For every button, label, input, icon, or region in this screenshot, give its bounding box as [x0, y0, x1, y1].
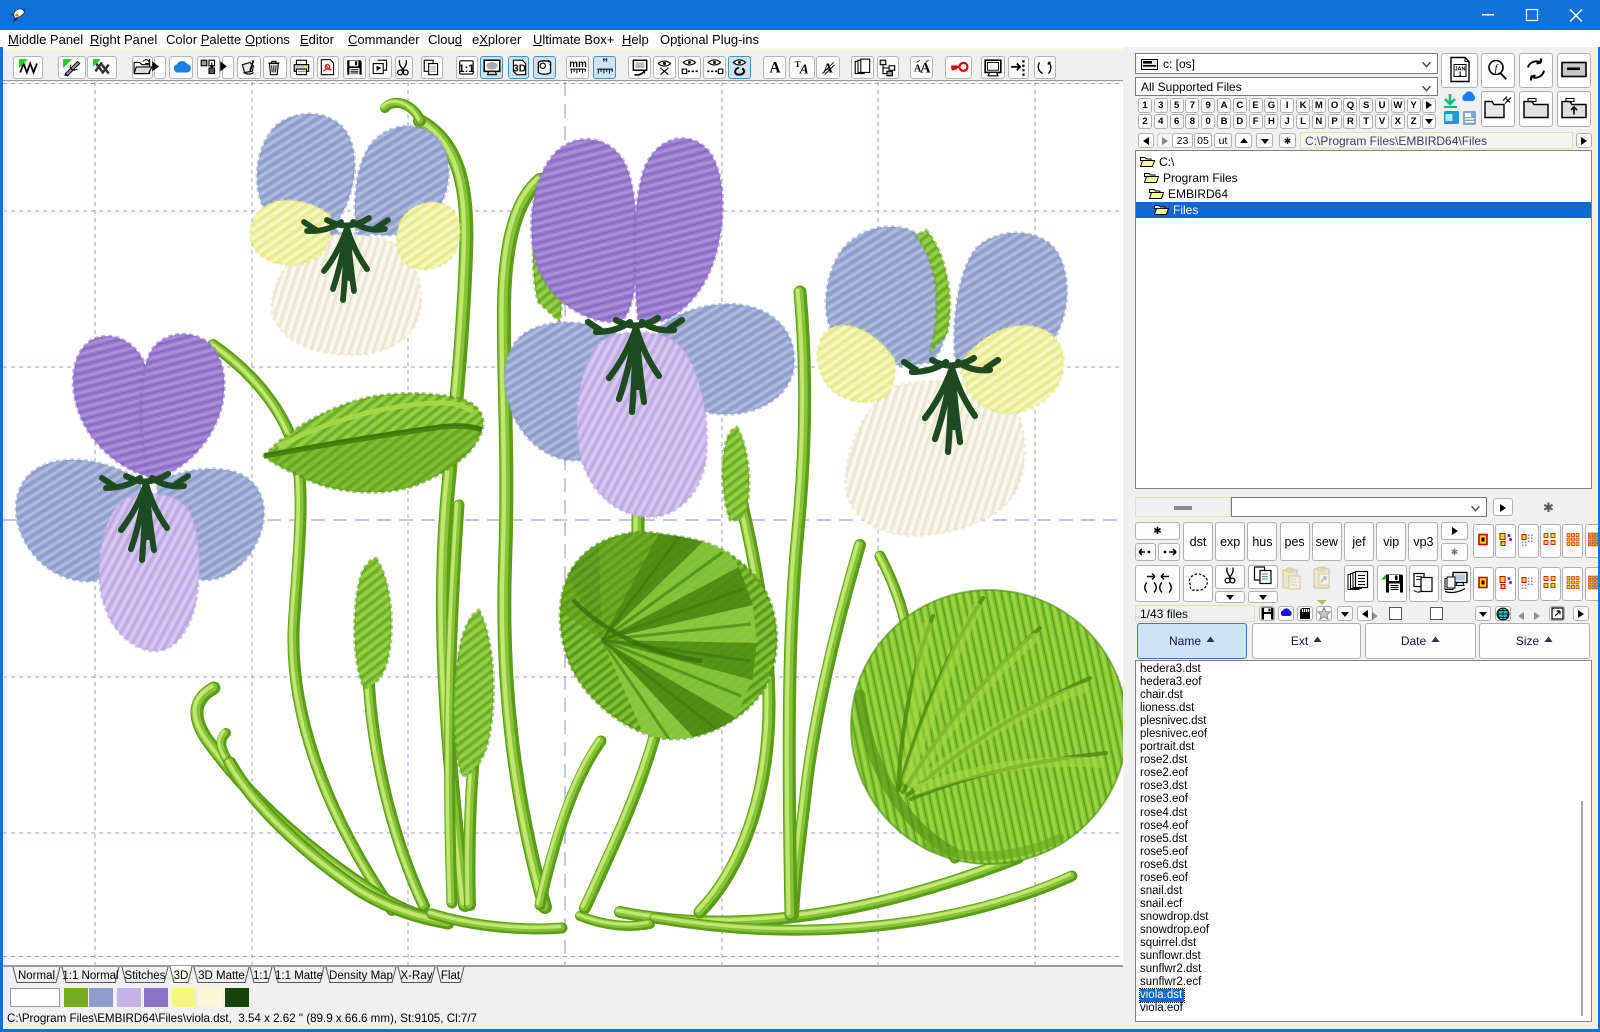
svg-text:1:1 Matte: 1:1 Matte	[275, 970, 323, 982]
svg-text:Stitches: Stitches	[125, 970, 166, 982]
svg-text:Density Map: Density Map	[329, 970, 393, 982]
svg-text:mm: mm	[569, 58, 587, 69]
svg-text:”: ”	[601, 58, 607, 70]
svg-text:3D: 3D	[513, 63, 526, 74]
svg-text:1:1: 1:1	[458, 62, 474, 74]
svg-text:X-Ray: X-Ray	[401, 970, 433, 982]
svg-text:Flat: Flat	[441, 970, 461, 982]
svg-text:f: f	[1495, 63, 1499, 74]
svg-text:3D Matte: 3D Matte	[198, 970, 245, 982]
svg-text:Normal: Normal	[18, 970, 55, 982]
svg-text:1:1 Normal: 1:1 Normal	[62, 970, 118, 982]
svg-text:A: A	[769, 59, 781, 76]
svg-text:A: A	[920, 60, 931, 76]
svg-text:3D: 3D	[174, 970, 189, 982]
svg-text:1:1: 1:1	[253, 970, 269, 982]
svg-text:A: A	[799, 61, 809, 76]
